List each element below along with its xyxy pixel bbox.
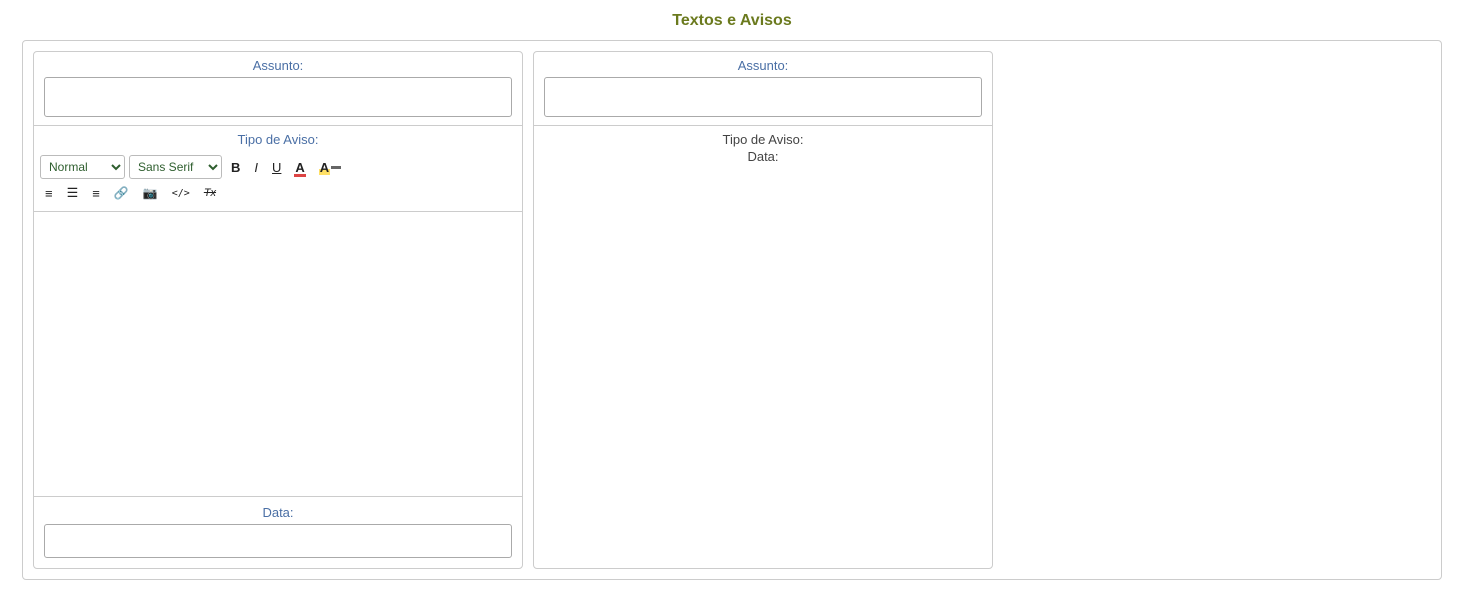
left-tipo-aviso-label: Tipo de Aviso:: [34, 126, 522, 151]
left-assunto-input[interactable]: [44, 77, 512, 117]
font-select[interactable]: Sans Serif Serif Monospace: [129, 155, 222, 179]
left-assunto-label: Assunto:: [34, 52, 522, 77]
left-data-section: Data:: [34, 496, 522, 568]
clear-formatting-button[interactable]: Tx: [199, 181, 221, 205]
toolbar-row-1: Normal Heading 1 Heading 2 Heading 3 San…: [40, 155, 516, 179]
highlight-button[interactable]: A: [314, 155, 346, 179]
editor-area[interactable]: [34, 212, 522, 496]
code-button[interactable]: </>: [167, 181, 195, 205]
format-select[interactable]: Normal Heading 1 Heading 2 Heading 3: [40, 155, 125, 179]
left-data-input[interactable]: [44, 524, 512, 558]
left-data-label: Data:: [44, 501, 512, 524]
right-data-label: Data:: [548, 149, 978, 164]
ordered-list-button[interactable]: ≡: [40, 181, 58, 205]
text-color-button[interactable]: A: [290, 155, 309, 179]
underline-button[interactable]: U: [267, 155, 286, 179]
left-panel: Assunto: Tipo de Aviso: Normal Heading 1…: [33, 51, 523, 569]
highlight-line: [331, 166, 341, 169]
italic-button[interactable]: I: [249, 155, 263, 179]
color-indicator: [294, 174, 306, 177]
unordered-list-button[interactable]: ☰: [62, 181, 84, 205]
bold-button[interactable]: B: [226, 155, 245, 179]
link-button[interactable]: 🔗: [109, 181, 134, 205]
page-title: Textos e Avisos: [0, 12, 1464, 30]
right-assunto-input[interactable]: [544, 77, 982, 117]
right-assunto-label: Assunto:: [534, 52, 992, 77]
right-tipo-aviso-label: Tipo de Aviso:: [548, 132, 978, 147]
main-container: Assunto: Tipo de Aviso: Normal Heading 1…: [22, 40, 1442, 580]
toolbar-row-2: ≡ ☰ ≡ 🔗 📷 </>: [40, 181, 516, 205]
right-info: Tipo de Aviso: Data:: [534, 126, 992, 170]
image-button[interactable]: 📷: [138, 181, 163, 205]
right-panel: Assunto: Tipo de Aviso: Data:: [533, 51, 993, 569]
align-button[interactable]: ≡: [87, 181, 105, 205]
editor-toolbar: Normal Heading 1 Heading 2 Heading 3 San…: [34, 151, 522, 212]
